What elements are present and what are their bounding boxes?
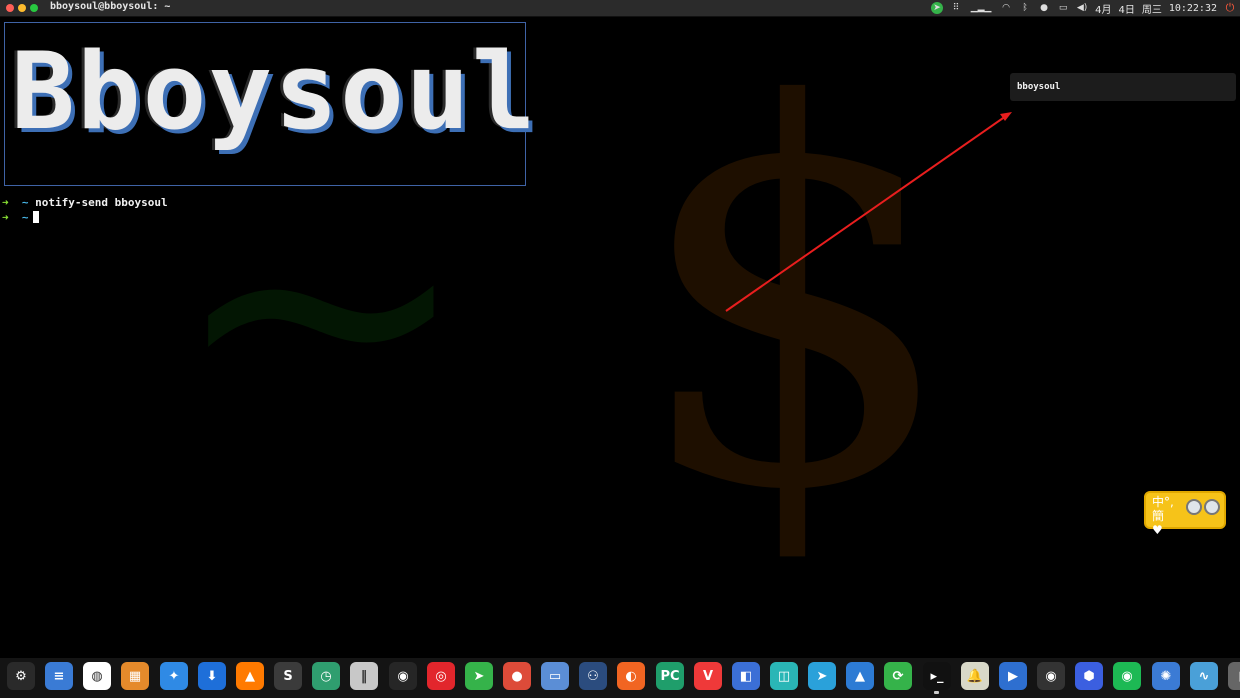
running-indicator [934, 691, 939, 694]
screenshot-icon[interactable]: ◫ [770, 662, 798, 690]
activity-monitor-icon[interactable]: ∿ [1190, 662, 1218, 690]
minion-goggle-icon [1186, 499, 1202, 515]
obs-icon[interactable]: ◉ [389, 662, 417, 690]
telegram-desktop-icon[interactable]: ➤ [465, 662, 493, 690]
feishu-icon[interactable]: ✦ [160, 662, 188, 690]
notification-popup[interactable]: bboysoul [1010, 73, 1236, 101]
vlc-icon[interactable]: ▲ [236, 662, 264, 690]
firefox-icon[interactable]: ◐ [617, 662, 645, 690]
files-icon[interactable]: ▭ [541, 662, 569, 690]
dock: ⚙ ≡ ◍ ▦ ✦ ⬇ ▲ S ◷ ‖ ◉ ◎ ➤ ● ▭ ⚇ ◐ PC V ◧ ◫ ➤ ▲ ⟳ ▸_ 🔔 ▶ ◉ ⬢ ◉ ✺ ∿ ▯ [0, 658, 1240, 698]
mixer-icon[interactable]: ‖ [350, 662, 378, 690]
downloader-icon[interactable]: ⬇ [198, 662, 226, 690]
steam-icon[interactable]: ⚇ [579, 662, 607, 690]
settings-icon[interactable]: ⚙ [7, 662, 35, 690]
ime-status-widget[interactable]: 中°,簡♥ [1144, 491, 1226, 537]
hex-app-icon[interactable]: ⬢ [1075, 662, 1103, 690]
disk-icon[interactable]: ◷ [312, 662, 340, 690]
sublime-icon[interactable]: S [274, 662, 302, 690]
image-viewer-icon[interactable]: ▦ [121, 662, 149, 690]
notification-bell-icon[interactable]: 🔔 [961, 662, 989, 690]
trash-icon[interactable]: ▯ [1228, 662, 1240, 690]
pinwheel-icon[interactable]: ✺ [1152, 662, 1180, 690]
disc-icon[interactable]: ◉ [1037, 662, 1065, 690]
annotation-arrow [725, 112, 1012, 312]
media-player-icon[interactable]: ▶ [999, 662, 1027, 690]
minion-goggle-icon [1204, 499, 1220, 515]
text-editor-icon[interactable]: ≡ [45, 662, 73, 690]
netease-music-icon[interactable]: ◎ [427, 662, 455, 690]
chrome-icon[interactable]: ● [503, 662, 531, 690]
sync-icon[interactable]: ⟳ [884, 662, 912, 690]
notification-body: bboysoul [1017, 82, 1061, 92]
mountain-app-icon[interactable]: ▲ [846, 662, 874, 690]
pycharm-icon[interactable]: PC [656, 662, 684, 690]
terminal-icon[interactable]: ▸_ [923, 662, 951, 694]
ime-label: 中°,簡♥ [1152, 495, 1174, 537]
telegram-icon[interactable]: ➤ [808, 662, 836, 690]
wechat-icon[interactable]: ◍ [83, 662, 111, 690]
spotify-icon[interactable]: ◉ [1113, 662, 1141, 690]
vivaldi-icon[interactable]: V [694, 662, 722, 690]
wps-icon[interactable]: ◧ [732, 662, 760, 690]
